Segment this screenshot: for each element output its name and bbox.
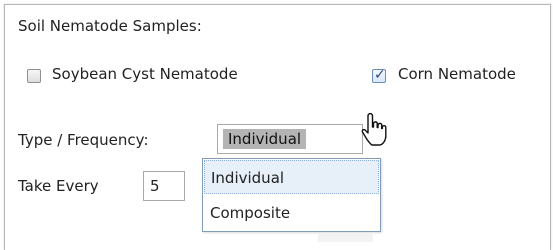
type-frequency-select[interactable]: Individual bbox=[217, 124, 363, 154]
take-every-input[interactable]: 5 bbox=[143, 171, 185, 201]
dropdown-option-composite[interactable]: Composite bbox=[204, 196, 379, 230]
check-icon: ✓ bbox=[374, 67, 386, 83]
section-title: Soil Nematode Samples: bbox=[18, 17, 202, 35]
background-text-fragment bbox=[318, 234, 373, 242]
soybean-cyst-nematode-checkbox[interactable] bbox=[27, 69, 41, 83]
dropdown-option-individual[interactable]: Individual bbox=[204, 160, 379, 194]
corn-nematode-checkbox[interactable]: ✓ bbox=[372, 67, 386, 83]
type-frequency-label: Type / Frequency: bbox=[18, 131, 149, 149]
soybean-cyst-nematode-label[interactable]: Soybean Cyst Nematode bbox=[52, 65, 238, 83]
corn-nematode-label[interactable]: Corn Nematode bbox=[398, 65, 516, 83]
type-frequency-dropdown-list: Individual Composite bbox=[202, 158, 381, 232]
type-frequency-selected-value: Individual bbox=[223, 129, 307, 149]
take-every-label: Take Every bbox=[18, 177, 99, 195]
hand-pointer-icon bbox=[361, 112, 387, 146]
